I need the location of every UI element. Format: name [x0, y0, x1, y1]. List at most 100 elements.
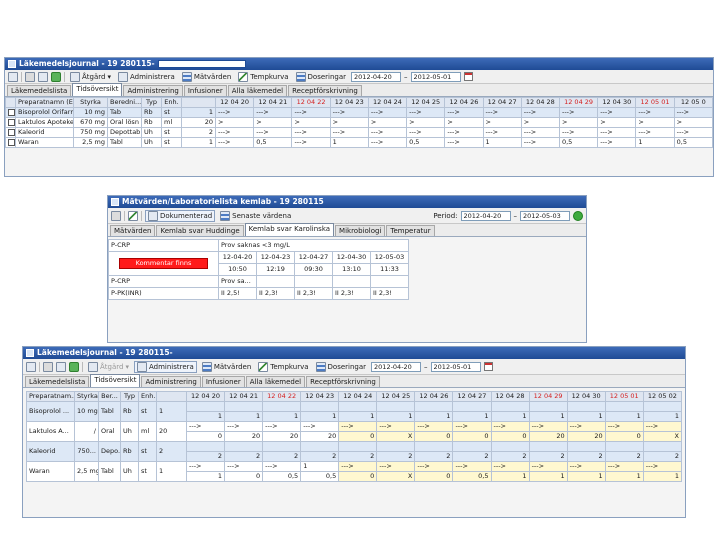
dose-given-cell[interactable]: 2	[185, 451, 226, 462]
table-cell[interactable]: --->	[367, 137, 408, 148]
dose-plan-cell[interactable]	[490, 441, 530, 452]
column-header[interactable]: 12 04 23	[329, 97, 369, 108]
dose-plan-cell[interactable]: --->	[528, 461, 568, 472]
table-cell[interactable]: --->	[291, 107, 331, 118]
dose-plan-cell[interactable]: --->	[376, 421, 416, 432]
table-cell[interactable]: 0,5	[558, 137, 599, 148]
tab-kemlab-karolinska[interactable]: Kemlab svar Karolinska	[244, 223, 335, 236]
column-header[interactable]: 12 04 28	[520, 97, 560, 108]
lab-value[interactable]	[369, 275, 410, 288]
column-header[interactable]: 12 04 26	[444, 97, 484, 108]
dose-plan-cell[interactable]	[642, 401, 683, 412]
table-row[interactable]: Waran 2,5 mg Tabl Uh st 1 ---> 0,5 ---> 1 ---> 0,5-…	[5, 137, 713, 148]
lab-value[interactable]: II 2,3!	[369, 287, 410, 300]
table-cell[interactable]: --->	[214, 127, 255, 138]
dose-plan-cell[interactable]: --->	[338, 421, 378, 432]
table-row[interactable]: Kaleorid750...Depo...Rbst2	[26, 441, 683, 462]
dose-given-cell[interactable]: 2	[338, 451, 378, 462]
period-from-input[interactable]: 2012-04-20	[460, 210, 511, 221]
column-header[interactable]: Preparatnam...	[26, 391, 75, 402]
dose-given-cell[interactable]: 2	[604, 451, 644, 462]
tab-infusioner[interactable]: Infusioner	[201, 376, 245, 387]
table-cell[interactable]: --->	[673, 127, 713, 138]
tab-lakemedelslista[interactable]: Läkemedelslista	[7, 85, 72, 96]
dose-given-cell[interactable]: 1	[528, 411, 568, 422]
dose-given-cell[interactable]: 1	[642, 471, 683, 482]
column-header[interactable]: 12 04 27	[452, 391, 492, 402]
column-header[interactable]: 12 04 29	[528, 391, 568, 402]
table-cell[interactable]: --->	[558, 127, 599, 138]
dose-given-cell[interactable]: 1	[566, 471, 606, 482]
dose-given-cell[interactable]: 0	[338, 471, 378, 482]
dose-plan-cell[interactable]	[300, 401, 340, 412]
dose-given-cell[interactable]: 2	[528, 451, 568, 462]
column-header[interactable]: Styrka	[73, 97, 108, 108]
table-cell[interactable]: >	[597, 117, 637, 128]
table-cell[interactable]: --->	[635, 107, 675, 118]
column-header[interactable]: 12 04 20	[214, 97, 255, 108]
dose-plan-cell[interactable]	[262, 401, 302, 412]
dose-given-cell[interactable]: 20	[224, 431, 264, 442]
matvarden-button[interactable]: Mätvärden	[180, 71, 233, 82]
dose-given-cell[interactable]: 1	[300, 411, 340, 422]
table-cell[interactable]: --->	[520, 127, 560, 138]
dose-given-cell[interactable]: 0	[452, 431, 492, 442]
dose-given-cell[interactable]: 1	[185, 471, 226, 482]
dose-plan-cell[interactable]: --->	[338, 461, 378, 472]
dose-given-cell[interactable]: 2	[452, 451, 492, 462]
column-header[interactable]: 12 05 02	[642, 391, 683, 402]
dose-plan-cell[interactable]: --->	[262, 421, 302, 432]
column-header[interactable]: Typ	[120, 391, 139, 402]
comment-alarm[interactable]: Kommentar finns	[119, 258, 208, 269]
table-cell[interactable]: --->	[291, 137, 331, 148]
atgard-button[interactable]: Åtgärd ▾	[86, 361, 131, 372]
dose-given-cell[interactable]: 1	[376, 411, 416, 422]
dose-plan-cell[interactable]	[528, 401, 568, 412]
table-cell[interactable]: --->	[482, 127, 522, 138]
row-checkbox[interactable]	[8, 108, 15, 116]
atgard-button[interactable]: Åtgärd ▾	[68, 71, 113, 82]
table-cell[interactable]: >	[444, 117, 484, 128]
lab-value[interactable]: Prov sa...	[218, 275, 257, 288]
table-cell[interactable]: 1	[329, 137, 369, 148]
dose-plan-cell[interactable]: --->	[452, 461, 492, 472]
dose-given-cell[interactable]: 0	[338, 431, 378, 442]
dose-given-cell[interactable]: 1	[262, 411, 302, 422]
table-cell[interactable]: >	[253, 117, 293, 128]
tab-alla-lakemedel[interactable]: Alla läkemedel	[227, 85, 288, 96]
dose-given-cell[interactable]: 2	[414, 451, 454, 462]
table-cell[interactable]: --->	[635, 127, 675, 138]
table-cell[interactable]: 0,5	[673, 137, 713, 148]
tempkurva-button[interactable]: Tempkurva	[236, 71, 290, 82]
period-to-input[interactable]: 2012-05-03	[520, 210, 570, 221]
tab-alla-lakemedel[interactable]: Alla läkemedel	[245, 376, 306, 387]
dose-given-cell[interactable]: 1	[604, 411, 644, 422]
column-header[interactable]: 12 04 30	[597, 97, 637, 108]
column-header[interactable]: 12 04 20	[185, 391, 226, 402]
column-header[interactable]: 12 04 21	[253, 97, 293, 108]
dose-given-cell[interactable]: 20	[528, 431, 568, 442]
dose-given-cell[interactable]: 1	[185, 411, 226, 422]
column-header[interactable]: Enh.	[161, 97, 182, 108]
dose-given-cell[interactable]: 0,5	[452, 471, 492, 482]
dose-given-cell[interactable]: 0	[490, 431, 530, 442]
table-cell[interactable]: --->	[329, 107, 369, 118]
table-cell[interactable]: --->	[520, 107, 560, 118]
lab-value[interactable]: II 2,3!	[256, 287, 295, 300]
table-cell[interactable]: --->	[253, 127, 293, 138]
dose-given-cell[interactable]: 1	[642, 411, 683, 422]
dose-plan-cell[interactable]: --->	[185, 461, 226, 472]
tab-kemlab-huddinge[interactable]: Kemlab svar Huddinge	[156, 225, 244, 236]
dose-plan-cell[interactable]	[604, 401, 644, 412]
tab-receptforskrivning[interactable]: Receptförskrivning	[288, 85, 362, 96]
column-header[interactable]: 12 05 01	[604, 391, 644, 402]
dose-given-cell[interactable]: 20	[300, 431, 340, 442]
lab-value[interactable]	[332, 275, 371, 288]
tempkurva-button[interactable]: Tempkurva	[256, 361, 310, 372]
column-header[interactable]: 12 04 30	[566, 391, 606, 402]
tab-tidsoversikt[interactable]: Tidsöversikt	[72, 83, 123, 96]
date-from-input[interactable]: 2012-04-20	[371, 361, 422, 372]
lab-value[interactable]	[256, 275, 295, 288]
lab-value[interactable]: II 2,3!	[294, 287, 333, 300]
doseringar-button[interactable]: Doseringar	[294, 71, 349, 82]
